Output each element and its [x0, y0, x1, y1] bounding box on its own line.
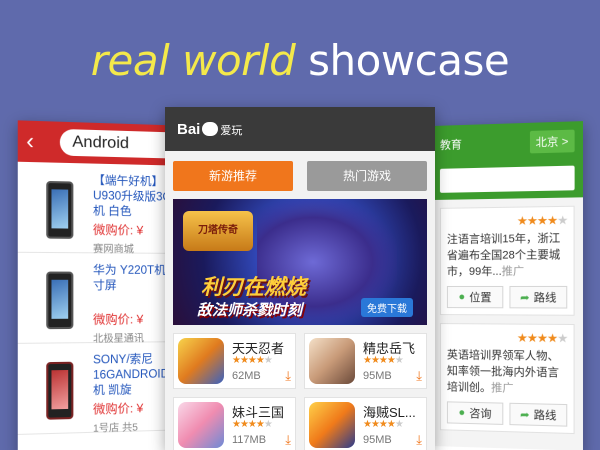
game-name: 天天忍者: [232, 341, 285, 355]
banner-headline: 利刃在燃烧: [201, 276, 306, 299]
right-top-bar: 教育 北京 >: [432, 121, 584, 164]
game-item[interactable]: 精忠岳飞 ★★★★★ 95MB ⤓: [304, 333, 427, 389]
headline: real world showcase: [0, 36, 600, 85]
listing-card[interactable]: ★★★★★ 英语培训界领军人物、知率领一批海内外语言培训创。推广 ● 咨询 ➦ 路线: [439, 323, 575, 435]
chat-icon: ●: [458, 406, 466, 419]
rating-stars: ★★★★★: [232, 355, 273, 366]
game-name: 海贼SL...: [363, 405, 416, 419]
game-size: 117MB: [232, 434, 267, 446]
game-item[interactable]: 海贼SL... ★★★★★ 95MB ⤓: [304, 397, 427, 450]
baidu-logo: Bai 爱玩: [177, 120, 243, 138]
rating-stars: ★★★★★: [363, 355, 404, 366]
game-icon: [309, 402, 355, 448]
game-item[interactable]: 妹斗三国 ★★★★★ 117MB ⤓: [173, 397, 296, 450]
banner-download-button[interactable]: 免费下载: [361, 298, 413, 317]
paw-icon: [202, 121, 219, 136]
back-arrow-icon[interactable]: ‹: [26, 128, 49, 155]
consult-button[interactable]: ● 咨询: [446, 401, 504, 425]
education-logo: 教育: [439, 139, 462, 152]
tab-hot-games[interactable]: 热门游戏: [307, 161, 427, 191]
location-button[interactable]: ● 位置: [446, 285, 504, 309]
headline-word-2: showcase: [308, 36, 510, 85]
phone-thumbnail: [26, 263, 93, 336]
right-search-bar: [432, 160, 584, 200]
phone-thumbnail: [26, 353, 93, 427]
promo-banner[interactable]: 刀塔传奇 利刃在燃烧 敌法师杀戮时刻 免费下载: [173, 199, 427, 325]
listing-text: 注语言培训15年，浙江省遍布全国28个主要城市，99年...推广: [446, 232, 561, 278]
rating-stars: ★★★★★: [516, 330, 568, 346]
phone-thumbnail: [26, 172, 93, 246]
game-size: 95MB: [363, 434, 392, 446]
game-size: 95MB: [363, 370, 392, 382]
game-icon: [178, 402, 224, 448]
game-tabs: 新游推荐 热门游戏: [165, 151, 435, 191]
listing-text: 英语培训界领军人物、知率领一批海内外语言培训创。推广: [446, 349, 559, 395]
rating-stars: ★★★★★: [363, 419, 404, 430]
location-pin-icon: ●: [458, 291, 466, 304]
game-logo: 刀塔传奇: [183, 211, 253, 251]
game-size: 62MB: [232, 370, 261, 382]
game-icon: [178, 338, 224, 384]
city-selector[interactable]: 北京 >: [529, 129, 575, 154]
route-icon: ➦: [520, 408, 530, 422]
route-button[interactable]: ➦ 路线: [509, 402, 568, 427]
download-icon[interactable]: ⤓: [285, 368, 291, 384]
game-name: 妹斗三国: [232, 405, 285, 419]
game-item[interactable]: 天天忍者 ★★★★★ 62MB ⤓: [173, 333, 296, 389]
rating-stars: ★★★★★: [232, 419, 273, 430]
route-icon: ➦: [520, 291, 530, 304]
download-icon[interactable]: ⤓: [285, 432, 291, 448]
baidu-top-bar: Bai 爱玩: [165, 107, 435, 151]
route-button[interactable]: ➦ 路线: [509, 285, 568, 309]
headline-word-1: real world: [90, 36, 296, 85]
game-name: 精忠岳飞: [363, 341, 416, 355]
middle-phone-screen: Bai 爱玩 新游推荐 热门游戏 刀塔传奇 利刃在燃烧 敌法师杀戮时刻 免费下载 …: [165, 107, 435, 450]
right-phone-screen: 教育 北京 > ★★★★★ 注语言培训15年，浙江省遍布全国28个主要城市，99…: [432, 121, 584, 450]
download-icon[interactable]: ⤓: [416, 432, 422, 448]
game-icon: [309, 338, 355, 384]
rating-stars: ★★★★★: [516, 213, 568, 228]
listing-card[interactable]: ★★★★★ 注语言培训15年，浙江省遍布全国28个主要城市，99年...推广 ●…: [439, 205, 575, 316]
tab-new-games[interactable]: 新游推荐: [173, 161, 293, 191]
banner-subline: 敌法师杀戮时刻: [197, 302, 303, 319]
right-search-input[interactable]: [439, 165, 575, 193]
game-grid: 天天忍者 ★★★★★ 62MB ⤓ 精忠岳飞 ★★★★★ 95MB ⤓ 妹斗三国 ★…: [165, 325, 435, 450]
download-icon[interactable]: ⤓: [416, 368, 422, 384]
